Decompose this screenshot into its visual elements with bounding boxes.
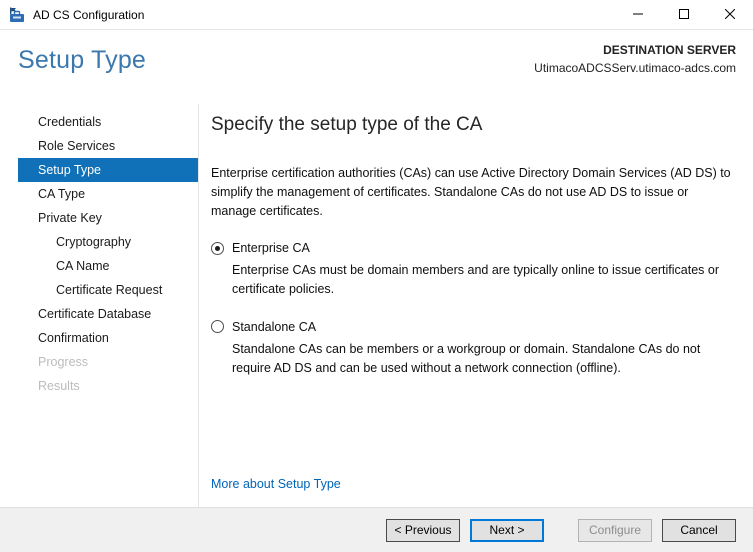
- radio-unselected-icon[interactable]: [211, 320, 224, 334]
- setup-type-page: Specify the setup type of the CA Enterpr…: [199, 104, 753, 507]
- standalone-ca-option: Standalone CA Standalone CAs can be memb…: [211, 320, 735, 378]
- sidebar-item-confirmation[interactable]: Confirmation: [18, 326, 198, 350]
- sidebar-item-cryptography[interactable]: Cryptography: [18, 230, 198, 254]
- wizard-step-list: Credentials Role Services Setup Type CA …: [0, 104, 199, 507]
- close-button[interactable]: [707, 0, 753, 29]
- minimize-icon: [633, 6, 643, 24]
- title-bar: AD CS Configuration: [0, 0, 753, 30]
- sidebar-item-role-services[interactable]: Role Services: [18, 134, 198, 158]
- close-icon: [724, 6, 736, 24]
- maximize-button[interactable]: [661, 0, 707, 29]
- sidebar-item-setup-type[interactable]: Setup Type: [18, 158, 198, 182]
- adcs-configuration-window: AD CS Configuration Setup Type DESTINATI…: [0, 0, 753, 552]
- maximize-icon: [679, 6, 689, 24]
- wizard-footer: < Previous Next > Configure Cancel: [0, 507, 753, 552]
- standalone-ca-label: Standalone CA: [232, 319, 317, 334]
- enterprise-ca-option: Enterprise CA Enterprise CAs must be dom…: [211, 241, 735, 299]
- destination-server-label: DESTINATION SERVER: [603, 43, 736, 57]
- sidebar-item-private-key[interactable]: Private Key: [18, 206, 198, 230]
- wizard-body: Credentials Role Services Setup Type CA …: [0, 104, 753, 507]
- minimize-button[interactable]: [615, 0, 661, 29]
- enterprise-ca-description: Enterprise CAs must be domain members an…: [232, 263, 720, 296]
- enterprise-ca-label: Enterprise CA: [232, 241, 310, 256]
- standalone-ca-description: Standalone CAs can be members or a workg…: [232, 341, 701, 375]
- sidebar-item-certificate-request[interactable]: Certificate Request: [18, 278, 198, 302]
- more-about-setup-type-link[interactable]: More about Setup Type: [211, 477, 341, 491]
- sidebar-item-results: Results: [38, 379, 80, 393]
- sidebar-item-certificate-database[interactable]: Certificate Database: [18, 302, 198, 326]
- wizard-header: Setup Type DESTINATION SERVER UtimacoADC…: [0, 30, 753, 103]
- page-title: Setup Type: [18, 46, 147, 74]
- window-controls: [615, 0, 753, 29]
- enterprise-ca-radio-row[interactable]: Enterprise CA: [211, 241, 735, 255]
- radio-selected-icon[interactable]: [211, 241, 224, 255]
- previous-button[interactable]: < Previous: [386, 518, 460, 542]
- destination-server-name: UtimacoADCSServ.utimaco-adcs.com: [534, 61, 736, 75]
- sidebar-item-progress: Progress: [38, 355, 89, 369]
- standalone-ca-radio-row[interactable]: Standalone CA: [211, 320, 735, 334]
- next-button[interactable]: Next >: [470, 518, 544, 542]
- sidebar-item-ca-name[interactable]: CA Name: [18, 254, 198, 278]
- content-heading: Specify the setup type of the CA: [211, 114, 483, 135]
- configure-button: Configure: [578, 518, 652, 542]
- intro-text: Enterprise certification authorities (CA…: [211, 166, 731, 218]
- cancel-button[interactable]: Cancel: [662, 518, 736, 542]
- destination-server-block: DESTINATION SERVER UtimacoADCSServ.utima…: [534, 43, 736, 75]
- window-title: AD CS Configuration: [33, 7, 145, 22]
- adcs-app-icon: [9, 7, 25, 23]
- sidebar-item-credentials[interactable]: Credentials: [18, 110, 198, 134]
- sidebar-item-ca-type[interactable]: CA Type: [18, 182, 198, 206]
